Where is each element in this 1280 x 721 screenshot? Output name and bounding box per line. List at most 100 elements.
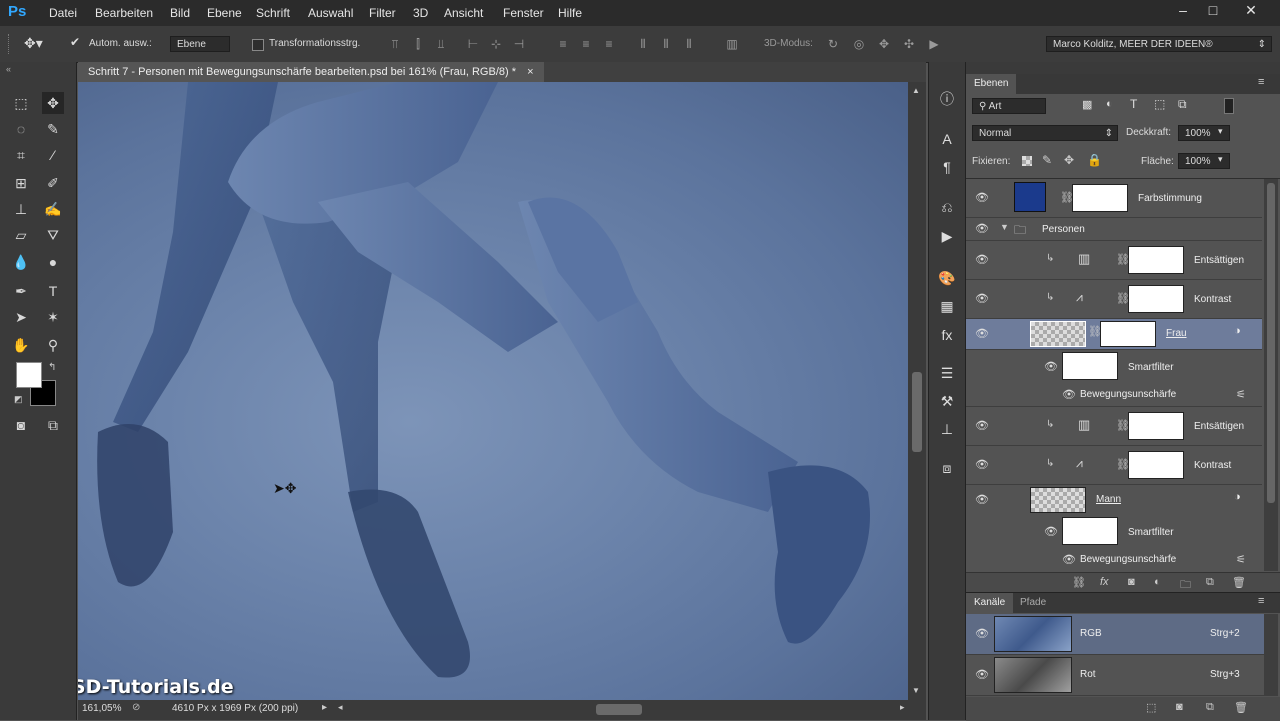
hscroll-right-icon[interactable]: ▸: [900, 702, 905, 713]
layer-row-selected[interactable]: 👁 ⛓ Frau ◑: [966, 319, 1262, 350]
layer-name[interactable]: Kontrast: [1194, 294, 1231, 305]
foreground-color-swatch[interactable]: [16, 362, 42, 388]
document-tab[interactable]: Schritt 7 - Personen mit Bewegungsunschä…: [78, 62, 544, 82]
fill-arrow-icon[interactable]: ▾: [1218, 154, 1223, 165]
quick-select-tool-icon[interactable]: ✎: [42, 118, 64, 140]
visibility-eye-icon[interactable]: 👁: [974, 668, 990, 682]
checkmark-icon[interactable]: ✔: [70, 35, 80, 49]
distribute-hcenter-icon[interactable]: ⦀: [659, 37, 673, 51]
paint-bucket-tool-icon[interactable]: ⛛: [42, 224, 64, 246]
menu-filter[interactable]: Filter: [369, 6, 396, 20]
healing-brush-tool-icon[interactable]: ⊞: [10, 172, 32, 194]
document-canvas[interactable]: PSD-Tutorials.de ➤✥: [78, 82, 908, 700]
layer-name[interactable]: Entsättigen: [1194, 255, 1244, 266]
delete-channel-icon[interactable]: 🗑: [1234, 701, 1248, 714]
blend-mode-dropdown[interactable]: Normal ⇕: [972, 125, 1118, 141]
visibility-eye-icon[interactable]: 👁: [1044, 360, 1058, 373]
link-layers-icon[interactable]: ⛓: [1072, 576, 1086, 589]
history-icon[interactable]: ⎌: [936, 196, 958, 218]
channels-tab[interactable]: Kanäle: [966, 593, 1014, 613]
filter-blending-options-icon[interactable]: ⚟: [1236, 388, 1246, 401]
smartfilter-row[interactable]: 👁 Smartfilter: [966, 350, 1262, 384]
layer-row[interactable]: 👁 ↳ ⩘ ⛓ Kontrast: [966, 446, 1262, 485]
smart-object-thumbnail[interactable]: [1030, 487, 1086, 513]
clone-stamp-tool-icon[interactable]: ⊥: [10, 198, 32, 220]
character-icon[interactable]: A: [936, 128, 958, 150]
adjustments-icon[interactable]: ☰: [936, 362, 958, 384]
auto-align-icon[interactable]: ▥: [725, 37, 739, 51]
type-tool-icon[interactable]: T: [42, 280, 64, 302]
filter-type-icon[interactable]: T: [1130, 97, 1137, 111]
layer-row[interactable]: 👁 ↳ ▥ ⛓ Entsättigen: [966, 241, 1262, 280]
new-layer-icon[interactable]: ⧉: [1206, 576, 1214, 589]
styles-icon[interactable]: fx: [936, 324, 958, 346]
menu-3d[interactable]: 3D: [413, 6, 428, 20]
vertical-scrollbar[interactable]: ▲ ▼: [908, 82, 926, 700]
lasso-tool-icon[interactable]: ◌: [10, 118, 32, 140]
align-vcenter-icon[interactable]: ⫿: [411, 37, 425, 51]
quick-mask-icon[interactable]: ◙: [10, 414, 32, 436]
menu-schrift[interactable]: Schrift: [256, 6, 290, 20]
transform-controls-checkbox[interactable]: [252, 39, 264, 51]
smartfilter-label[interactable]: Smartfilter: [1128, 362, 1174, 373]
mask-link-icon[interactable]: ⛓: [1060, 191, 1074, 205]
crop-tool-icon[interactable]: ⌗: [10, 144, 32, 166]
layers-tab[interactable]: Ebenen: [966, 74, 1017, 94]
layer-name[interactable]: Farbstimmung: [1138, 193, 1202, 204]
3d-scale-icon[interactable]: ▶: [927, 37, 941, 51]
load-selection-icon[interactable]: ⬚: [1146, 701, 1156, 714]
menu-bearbeiten[interactable]: Bearbeiten: [95, 6, 153, 20]
lock-pixels-icon[interactable]: ✎: [1042, 153, 1052, 167]
panel-menu-icon[interactable]: ≡: [1258, 76, 1264, 88]
filter-effect-row[interactable]: 👁 Bewegungsunschärfe ⚟: [966, 384, 1262, 407]
menu-bild[interactable]: Bild: [170, 6, 190, 20]
layer-row[interactable]: 👁 Mann ◑: [966, 485, 1262, 515]
scroll-down-icon[interactable]: ▼: [912, 686, 920, 695]
channel-row[interactable]: 👁 Rot Strg+3: [966, 655, 1264, 696]
minimize-button[interactable]: –: [1168, 0, 1198, 22]
mask-thumbnail[interactable]: [1100, 321, 1156, 347]
swap-colors-icon[interactable]: ↰: [48, 362, 56, 373]
layer-name[interactable]: Entsättigen: [1194, 421, 1244, 432]
new-channel-icon[interactable]: ⧉: [1206, 701, 1214, 714]
visibility-eye-icon[interactable]: 👁: [974, 493, 990, 507]
3d-rotate-icon[interactable]: ↻: [826, 37, 840, 51]
visibility-eye-icon[interactable]: 👁: [1062, 553, 1076, 566]
brushes-icon[interactable]: ⚒: [936, 390, 958, 412]
grid-icon[interactable]: ▦: [936, 295, 958, 317]
swatches-icon[interactable]: 🎨: [936, 267, 958, 289]
zoom-tool-icon[interactable]: ⚲: [42, 334, 64, 356]
smartfilter-row[interactable]: 👁 Smartfilter: [966, 515, 1262, 549]
layer-name[interactable]: Mann: [1096, 494, 1121, 505]
layer-row[interactable]: 👁 ↳ ▥ ⛓ Entsättigen: [966, 407, 1262, 446]
visibility-eye-icon[interactable]: 👁: [974, 419, 990, 433]
smartfilter-label[interactable]: Smartfilter: [1128, 527, 1174, 538]
close-tab-icon[interactable]: ×: [527, 66, 533, 78]
group-name[interactable]: Personen: [1042, 224, 1085, 235]
info-icon[interactable]: ⓘ: [936, 88, 958, 110]
layer-name[interactable]: Frau: [1166, 328, 1187, 339]
menu-auswahl[interactable]: Auswahl: [308, 6, 353, 20]
3d-panel-icon[interactable]: ⧈: [936, 457, 958, 479]
menu-hilfe[interactable]: Hilfe: [558, 6, 582, 20]
move-tool-preset-icon[interactable]: ✥▾: [24, 35, 43, 52]
filter-toggle-icon[interactable]: [1224, 98, 1234, 114]
filter-adjustment-icon[interactable]: ◐: [1106, 98, 1113, 110]
status-menu-arrow-icon[interactable]: ▸: [322, 702, 327, 713]
mask-link-icon[interactable]: ⛓: [1116, 253, 1130, 267]
adjustment-layer-icon[interactable]: ◐: [1154, 576, 1161, 588]
brush-tool-icon[interactable]: ✐: [42, 172, 64, 194]
lock-position-icon[interactable]: ✥: [1064, 153, 1074, 167]
maximize-button[interactable]: □: [1198, 0, 1228, 22]
mask-thumbnail[interactable]: [1128, 451, 1184, 479]
3d-slide-icon[interactable]: ✣: [902, 37, 916, 51]
history-brush-tool-icon[interactable]: ✍: [42, 198, 64, 220]
smart-object-thumbnail[interactable]: [1030, 321, 1086, 347]
eyedropper-tool-icon[interactable]: ⁄: [42, 144, 64, 166]
group-row[interactable]: 👁 ▼ 🗀 Personen: [966, 218, 1262, 241]
menu-datei[interactable]: Datei: [49, 6, 77, 20]
panel-menu-icon[interactable]: ≡: [1258, 595, 1264, 607]
add-mask-icon[interactable]: ◙: [1128, 576, 1135, 588]
filter-effect-name[interactable]: Bewegungsunschärfe: [1080, 554, 1176, 565]
visibility-eye-icon[interactable]: 👁: [974, 327, 990, 341]
